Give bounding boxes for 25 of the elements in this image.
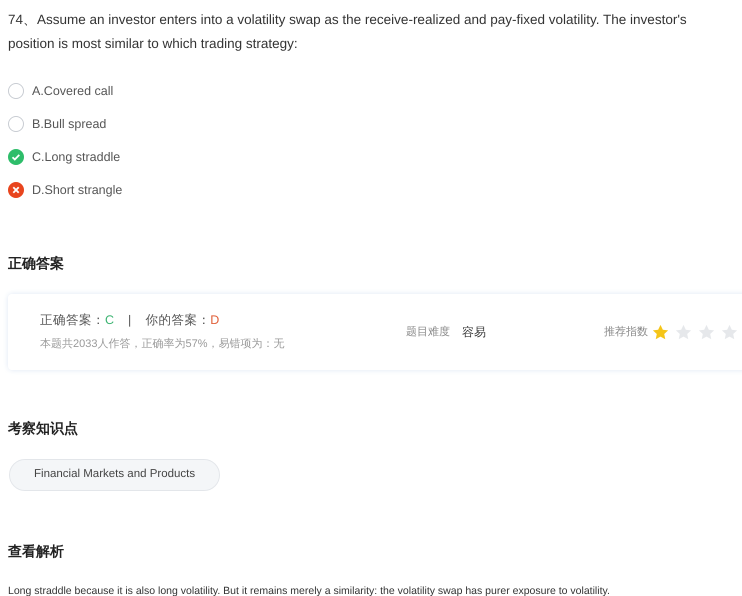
star-icon — [652, 324, 669, 340]
star-icon — [675, 324, 692, 340]
separator: | — [128, 312, 132, 330]
correct-answer-label: 正确答案： — [40, 312, 105, 330]
your-answer-label: 你的答案： — [145, 312, 210, 330]
radio-button[interactable] — [8, 83, 24, 99]
section-heading: 查看解析 — [6, 542, 65, 561]
difficulty-label: 题目难度 — [406, 324, 450, 340]
option-label[interactable]: A.Covered call — [32, 82, 114, 100]
your-answer-value: D — [210, 312, 220, 330]
option-label[interactable]: B.Bull spread — [32, 114, 106, 134]
topic-tag[interactable]: Financial Markets and Products — [9, 459, 220, 491]
question-text: 74、Assume an investor enters into a volatility swap as the receive-realized and pay-fixed volatility. The investor's position is most similar to which trading strategy: — [7, 11, 688, 53]
correct-answer-value: C — [105, 312, 114, 330]
option-label[interactable]: C.Long straddle — [32, 148, 120, 166]
rating-label: 推荐指数 — [604, 324, 648, 340]
section-heading: 考察知识点 — [7, 419, 79, 438]
answer-stats: 本题共2033人作答，正确率为57%，易错项为：无 — [40, 336, 286, 352]
star-icon — [721, 324, 738, 340]
option-label[interactable]: D.Short strangle — [32, 180, 122, 200]
star-icon — [698, 324, 715, 340]
section-heading: 正确答案 — [7, 254, 65, 273]
difficulty-value: 容易 — [462, 324, 486, 341]
radio-button[interactable] — [8, 116, 24, 132]
analysis-text: Long straddle because it is also long volatility. But it remains merely a similarity: the volatility swap has purer exposure to volatility. — [7, 584, 611, 596]
